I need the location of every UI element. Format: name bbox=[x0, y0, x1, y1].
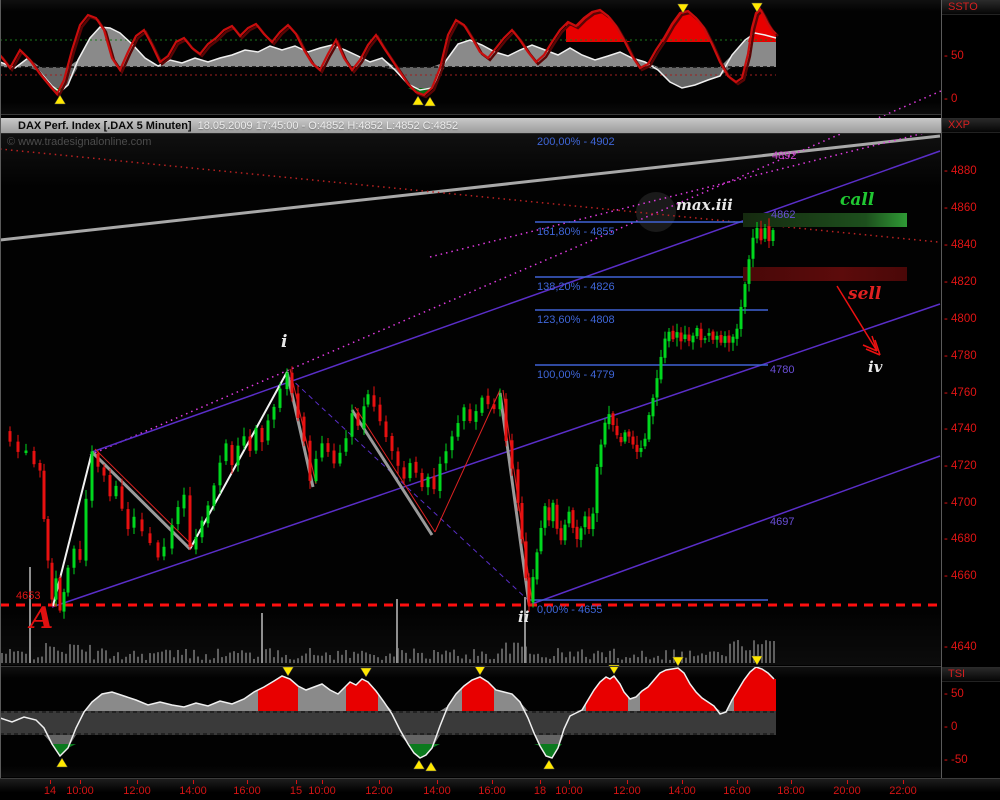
price-axis-label: - 4800 bbox=[944, 313, 977, 325]
time-axis-tick bbox=[50, 780, 51, 784]
copyright-watermark: © www.tradesignalonline.com bbox=[7, 136, 152, 148]
axis-pane-label: SSTO bbox=[942, 0, 1000, 15]
time-axis-tick bbox=[247, 780, 248, 784]
price-axis-label: - 4880 bbox=[944, 165, 977, 177]
price-axis-label: - 4780 bbox=[944, 350, 977, 362]
time-axis-label: 20:00 bbox=[833, 785, 861, 797]
time-axis-label: 18:00 bbox=[777, 785, 805, 797]
price-axis-label: - 4700 bbox=[944, 497, 977, 509]
time-axis-label: 10:00 bbox=[308, 785, 336, 797]
time-axis-tick bbox=[903, 780, 904, 784]
axis-pane-label: TSI bbox=[942, 667, 1000, 682]
axis-pane-label: XXP bbox=[942, 118, 1000, 133]
time-axis-label: 12:00 bbox=[365, 785, 393, 797]
time-axis-label: 18 bbox=[533, 785, 547, 797]
time-axis-tick bbox=[492, 780, 493, 784]
time-axis-label: 15 bbox=[289, 785, 303, 797]
trading-app-window: © www.tradesignalonline.com DAX Perf. In… bbox=[0, 0, 1000, 800]
panel-divider bbox=[0, 114, 941, 115]
time-axis-label: 14 bbox=[43, 785, 57, 797]
time-axis-label: 16:00 bbox=[478, 785, 506, 797]
instrument-title: DAX Perf. Index [.DAX 5 Minuten] bbox=[18, 119, 192, 132]
price-axis-label: - 4740 bbox=[944, 423, 977, 435]
time-axis-label: 10:00 bbox=[555, 785, 583, 797]
time-axis-label: 12:00 bbox=[123, 785, 151, 797]
time-axis-label: 16:00 bbox=[233, 785, 261, 797]
chart-title-bar[interactable]: DAX Perf. Index [.DAX 5 Minuten] 18.05.2… bbox=[0, 118, 941, 134]
time-axis-tick bbox=[847, 780, 848, 784]
price-axis-label: - 4840 bbox=[944, 239, 977, 251]
price-axis-label: - 0 bbox=[944, 721, 958, 733]
price-axis-label: - 0 bbox=[944, 93, 958, 105]
time-axis-tick bbox=[379, 780, 380, 784]
time-axis-tick bbox=[540, 780, 541, 784]
time-axis-tick bbox=[193, 780, 194, 784]
price-axis-label: - 50 bbox=[944, 688, 964, 700]
time-axis[interactable]: 14 10:00 12:00 14:00 16:00 15 10:00 12:00 14:00 1… bbox=[0, 778, 1000, 800]
time-axis-tick bbox=[137, 780, 138, 784]
time-axis-tick bbox=[437, 780, 438, 784]
time-axis-tick bbox=[627, 780, 628, 784]
price-axis-label: - 4660 bbox=[944, 570, 977, 582]
time-axis-label: 14:00 bbox=[668, 785, 696, 797]
price-axis-label: - 4820 bbox=[944, 276, 977, 288]
price-axis-label: - 4720 bbox=[944, 460, 977, 472]
time-axis-label: 16:00 bbox=[723, 785, 751, 797]
time-axis-tick bbox=[296, 780, 297, 784]
window-left-edge bbox=[0, 0, 1, 778]
price-axis-label: - 50 bbox=[944, 50, 964, 62]
price-axis-label: - 4760 bbox=[944, 387, 977, 399]
time-axis-tick bbox=[569, 780, 570, 784]
price-axis-column[interactable]: SSTO XXP TSI - 50 - 0 - 4880 - 4860 - 4840 - 482… bbox=[941, 0, 1000, 800]
time-axis-tick bbox=[682, 780, 683, 784]
time-axis-tick bbox=[791, 780, 792, 784]
time-axis-label: 14:00 bbox=[179, 785, 207, 797]
panel-divider bbox=[0, 666, 941, 667]
time-axis-tick bbox=[322, 780, 323, 784]
price-axis-label: - -50 bbox=[944, 754, 968, 766]
time-axis-tick bbox=[80, 780, 81, 784]
time-axis-label: 22:00 bbox=[889, 785, 917, 797]
time-axis-label: 14:00 bbox=[423, 785, 451, 797]
price-axis-label: - 4860 bbox=[944, 202, 977, 214]
price-axis-label: - 4640 bbox=[944, 641, 977, 653]
time-axis-label: 12:00 bbox=[613, 785, 641, 797]
ohlc-readout: 18.05.2009 17:45:00 - O:4852 H:4852 L:48… bbox=[197, 119, 459, 132]
time-axis-label: 10:00 bbox=[66, 785, 94, 797]
price-axis-label: - 4680 bbox=[944, 533, 977, 545]
time-axis-tick bbox=[737, 780, 738, 784]
